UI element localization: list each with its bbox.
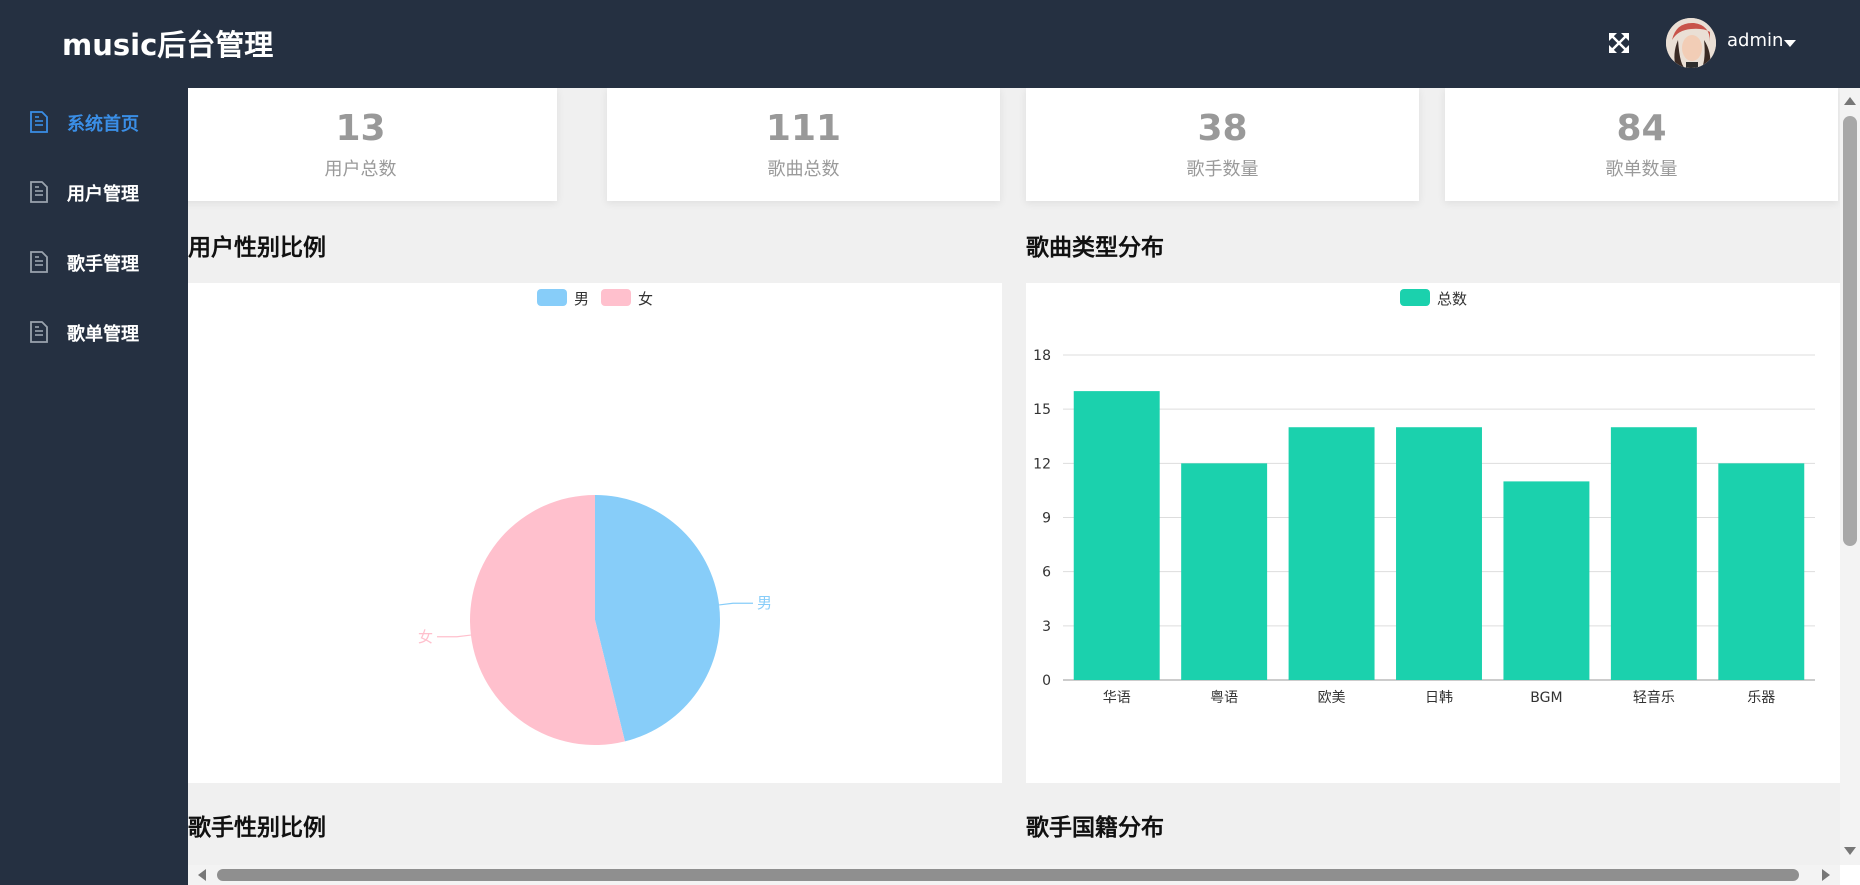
stat-value: 13 [335, 108, 386, 149]
pie-label-line [719, 602, 753, 606]
sidebar-item-home[interactable]: 系统首页 [0, 93, 188, 153]
username-label[interactable]: admin [1727, 30, 1783, 51]
pie-chart: 男女 [418, 495, 772, 745]
user-gender-chart-panel: 男 女 男女 [188, 283, 1002, 783]
section-title-singer-gender: 歌手性别比例 [188, 815, 326, 841]
song-types-chart-panel: 总数 0 3 6 9 12 15 18 华语 粤语 欧美 日韩 BGM 轻音乐 乐器 [1026, 283, 1840, 783]
scroll-down-arrow-icon[interactable] [1844, 847, 1856, 855]
stat-card-playlists: 84 歌单数量 [1445, 88, 1838, 201]
x-tick-label: 日韩 [1425, 690, 1453, 706]
y-tick-label: 12 [1033, 456, 1051, 472]
pie-slice-label: 男 [757, 594, 772, 612]
stat-card-singers: 38 歌手数量 [1026, 88, 1419, 201]
bar[interactable] [1503, 481, 1590, 680]
stat-label: 用户总数 [324, 159, 397, 180]
bar[interactable] [1181, 463, 1268, 680]
chevron-down-icon[interactable] [1784, 40, 1796, 47]
x-tick-label: 华语 [1103, 690, 1131, 706]
sidebar-item-playlists[interactable]: 歌单管理 [0, 303, 188, 363]
x-tick-label: BGM [1530, 690, 1562, 706]
sidebar-item-label: 歌单管理 [67, 324, 139, 345]
x-tick-label: 欧美 [1318, 690, 1346, 706]
pie-label-line [437, 634, 471, 638]
app-title: music后台管理 [62, 28, 274, 62]
section-title-song-types: 歌曲类型分布 [1026, 235, 1164, 261]
section-title-user-gender: 用户性别比例 [188, 235, 326, 261]
stat-card-songs: 111 歌曲总数 [607, 88, 1000, 201]
document-icon [30, 111, 48, 133]
document-icon [30, 251, 48, 273]
horizontal-scroll-thumb[interactable] [217, 869, 1799, 881]
y-tick-label: 15 [1033, 402, 1051, 418]
y-tick-label: 6 [1042, 565, 1051, 581]
bar[interactable] [1288, 427, 1375, 680]
stat-card-users: 13 用户总数 [188, 88, 557, 201]
fullscreen-icon[interactable] [1608, 32, 1630, 54]
main-content: 13 用户总数 111 歌曲总数 38 歌手数量 84 歌单数量 用户性别比例 … [188, 88, 1840, 865]
x-tick-label: 轻音乐 [1633, 689, 1675, 706]
bar[interactable] [1073, 391, 1160, 680]
stat-value: 84 [1616, 108, 1667, 149]
section-title-singer-nationality: 歌手国籍分布 [1026, 815, 1164, 841]
sidebar-item-label: 用户管理 [67, 184, 139, 205]
scroll-up-arrow-icon[interactable] [1844, 97, 1856, 105]
scroll-left-arrow-icon[interactable] [198, 869, 206, 881]
document-icon [30, 181, 48, 203]
sidebar-item-users[interactable]: 用户管理 [0, 163, 188, 223]
user-avatar[interactable] [1666, 18, 1716, 68]
stat-value: 111 [765, 108, 842, 149]
pie-slice-label: 女 [418, 628, 433, 646]
x-tick-label: 粤语 [1210, 690, 1238, 706]
stat-label: 歌单数量 [1605, 159, 1678, 180]
sidebar-item-label: 歌手管理 [67, 254, 139, 275]
y-tick-label: 3 [1042, 619, 1051, 635]
sidebar-item-label: 系统首页 [67, 114, 139, 135]
y-tick-label: 18 [1033, 348, 1051, 364]
sidebar: 系统首页 用户管理 歌手管理 歌单管理 [0, 88, 188, 885]
stat-label: 歌曲总数 [767, 159, 840, 180]
scroll-corner [1840, 865, 1860, 885]
x-tick-label: 乐器 [1747, 690, 1775, 706]
bar[interactable] [1718, 463, 1805, 680]
bar[interactable] [1610, 427, 1697, 680]
stat-label: 歌手数量 [1186, 159, 1259, 180]
sidebar-item-singers[interactable]: 歌手管理 [0, 233, 188, 293]
bar-chart: 0 3 6 9 12 15 18 华语 粤语 欧美 日韩 BGM 轻音乐 乐器 [1033, 348, 1815, 706]
stat-value: 38 [1197, 108, 1248, 149]
bar[interactable] [1396, 427, 1482, 680]
y-tick-label: 0 [1042, 673, 1051, 689]
document-icon [30, 321, 48, 343]
scroll-right-arrow-icon[interactable] [1822, 869, 1830, 881]
y-tick-label: 9 [1042, 511, 1051, 527]
vertical-scroll-thumb[interactable] [1843, 116, 1857, 546]
top-bar: music后台管理 admin [0, 0, 1860, 88]
